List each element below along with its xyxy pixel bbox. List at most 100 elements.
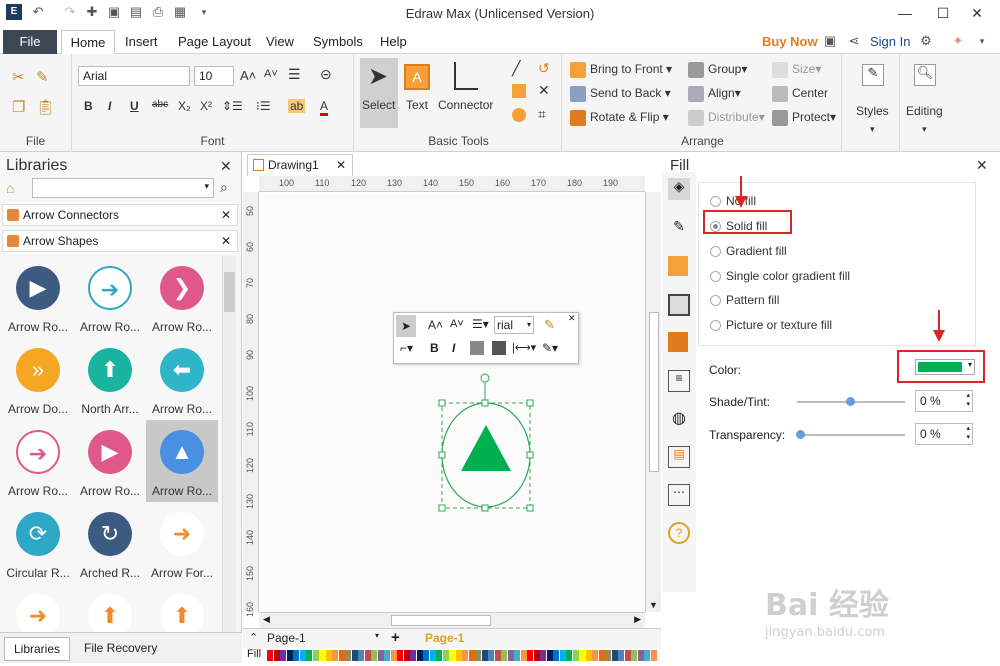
copy-icon[interactable]: ❐ xyxy=(12,98,25,116)
library-shape-item[interactable]: ⬆ North Arr... xyxy=(74,338,146,420)
editing-dropdown-icon[interactable]: ▾ xyxy=(922,124,927,135)
italic-icon[interactable]: I xyxy=(452,341,455,355)
palette-swatch[interactable] xyxy=(410,650,416,661)
styles-dropdown-icon[interactable]: ▾ xyxy=(870,124,875,135)
radio-pattern-fill[interactable]: Pattern fill xyxy=(710,293,779,307)
format-painter-icon[interactable]: ✎ xyxy=(544,317,555,333)
palette-swatch[interactable] xyxy=(429,650,436,661)
tab-help[interactable]: Help xyxy=(380,34,407,49)
palette-swatch[interactable] xyxy=(579,650,585,661)
italic-icon[interactable]: I xyxy=(108,99,111,113)
bring-to-front-button[interactable]: Bring to Front ▾ xyxy=(570,62,672,78)
library-shape-item[interactable]: ▶ Arrow Ro... xyxy=(74,420,146,502)
palette-swatch[interactable] xyxy=(312,650,319,661)
tab-file-recovery[interactable]: File Recovery xyxy=(84,641,157,655)
palette-swatch[interactable] xyxy=(618,650,624,661)
palette-swatch[interactable] xyxy=(397,650,403,661)
palette-swatch[interactable] xyxy=(514,650,520,661)
fill-panel-icon[interactable]: ◈ xyxy=(668,178,690,200)
close-document-icon[interactable]: ✕ xyxy=(336,155,346,175)
library-shape-item[interactable]: ⟳ Circular R... xyxy=(2,502,74,584)
color-picker-button[interactable]: ▾ xyxy=(915,359,975,375)
grow-font-icon[interactable]: A˄ xyxy=(240,68,256,83)
palette-swatch[interactable] xyxy=(423,650,429,661)
line-tool-icon[interactable]: ╱ xyxy=(512,60,520,77)
palette-swatch[interactable] xyxy=(468,650,475,661)
protect-button[interactable]: Protect▾ xyxy=(772,110,836,126)
distribute-button[interactable]: Distribute▾ xyxy=(688,110,765,126)
tab-page-layout[interactable]: Page Layout xyxy=(178,34,251,49)
palette-swatch[interactable] xyxy=(637,650,644,661)
palette-swatch[interactable] xyxy=(598,650,605,661)
line-panel-icon[interactable]: ✎ xyxy=(668,218,690,240)
styles-icon[interactable]: ✎▾ xyxy=(542,341,558,355)
search-icon[interactable]: ⌕ xyxy=(220,179,228,196)
rectangle-tool-icon[interactable] xyxy=(512,84,526,98)
help-panel-icon[interactable]: ? xyxy=(668,522,690,544)
styles-button[interactable]: Styles xyxy=(856,104,889,118)
shrink-font-icon[interactable]: A˅ xyxy=(450,318,464,330)
palette-swatch[interactable] xyxy=(455,650,462,661)
palette-swatch[interactable] xyxy=(507,650,514,661)
palette-swatch[interactable] xyxy=(403,650,410,661)
page-tab-active[interactable]: Page-1 xyxy=(425,631,464,645)
page-select[interactable]: Page-1 ▾ xyxy=(267,631,379,647)
palette-swatch[interactable] xyxy=(644,650,650,661)
cross-tool-icon[interactable]: ✕ xyxy=(538,82,550,99)
minimize-button[interactable]: — xyxy=(890,2,920,24)
horizontal-scroll-thumb[interactable] xyxy=(391,615,491,626)
palette-swatch[interactable] xyxy=(605,650,611,661)
document-panel-icon[interactable]: ▤ xyxy=(668,446,690,468)
group-button[interactable]: Group▾ xyxy=(688,62,747,78)
palette-swatch[interactable] xyxy=(520,650,527,661)
add-page-icon[interactable]: + xyxy=(391,629,400,646)
palette-swatch[interactable] xyxy=(566,650,572,661)
layer-panel-icon[interactable] xyxy=(668,332,688,352)
palette-swatch[interactable] xyxy=(631,650,637,661)
tab-home[interactable]: Home xyxy=(61,30,115,55)
transparency-slider[interactable] xyxy=(797,434,905,436)
palette-swatch[interactable] xyxy=(416,650,423,661)
radio-no-fill[interactable]: No fill xyxy=(710,194,756,208)
palette-swatch[interactable] xyxy=(273,650,280,661)
palette-swatch[interactable] xyxy=(299,650,306,661)
size-button[interactable]: Size▾ xyxy=(772,62,821,78)
text-tool-button[interactable]: A Text xyxy=(402,58,434,128)
palette-swatch[interactable] xyxy=(442,650,449,661)
tab-libraries[interactable]: Libraries xyxy=(4,637,70,661)
scroll-left-icon[interactable]: ◀ xyxy=(263,614,270,625)
palette-swatch[interactable] xyxy=(286,650,293,661)
horizontal-scrollbar[interactable]: ◀ ▶ xyxy=(259,612,645,628)
library-shape-item[interactable]: ↻ Arched R... xyxy=(74,502,146,584)
shade-tint-input[interactable]: 0 % ▴ ▾ xyxy=(915,390,973,412)
palette-swatch[interactable] xyxy=(572,650,579,661)
palette-swatch[interactable] xyxy=(358,650,364,661)
styles-icon[interactable]: ✎ xyxy=(862,64,884,86)
vertical-scrollbar[interactable]: ▼ xyxy=(645,192,661,612)
scroll-thumb[interactable] xyxy=(224,272,235,312)
library-shape-item[interactable]: ❯ Arrow Ro... xyxy=(146,256,218,338)
grow-font-icon[interactable]: A˄ xyxy=(428,318,443,332)
close-section-icon[interactable]: ✕ xyxy=(221,205,231,225)
palette-swatch[interactable] xyxy=(650,650,657,661)
crop-tool-icon[interactable]: ⌗ xyxy=(538,106,546,123)
library-section-arrow-connectors[interactable]: Arrow Connectors ✕ xyxy=(2,204,238,226)
transparency-input[interactable]: 0 % ▴ ▾ xyxy=(915,423,973,445)
settings-gear-icon[interactable]: ⚙ xyxy=(918,33,934,49)
scroll-right-icon[interactable]: ▶ xyxy=(634,614,641,625)
close-libraries-icon[interactable]: ✕ xyxy=(220,158,232,175)
palette-swatch[interactable] xyxy=(559,650,566,661)
library-search-input[interactable]: ▾ xyxy=(32,178,214,198)
superscript-icon[interactable]: X² xyxy=(200,99,212,113)
palette-swatch[interactable] xyxy=(325,650,332,661)
library-shape-item[interactable]: ▶ Arrow Ro... xyxy=(2,256,74,338)
palette-swatch[interactable] xyxy=(351,650,358,661)
vertical-scroll-thumb[interactable] xyxy=(649,312,659,472)
close-float-toolbar-icon[interactable]: ✕ xyxy=(568,313,576,324)
send-to-back-button[interactable]: Send to Back ▾ xyxy=(570,86,671,102)
paste-icon[interactable]: 📋︎ xyxy=(36,98,55,116)
palette-swatch[interactable] xyxy=(501,650,507,661)
text-options-icon[interactable]: ⊝ xyxy=(320,66,332,83)
maximize-button[interactable]: ☐ xyxy=(928,2,958,24)
palette-swatch[interactable] xyxy=(592,650,598,661)
